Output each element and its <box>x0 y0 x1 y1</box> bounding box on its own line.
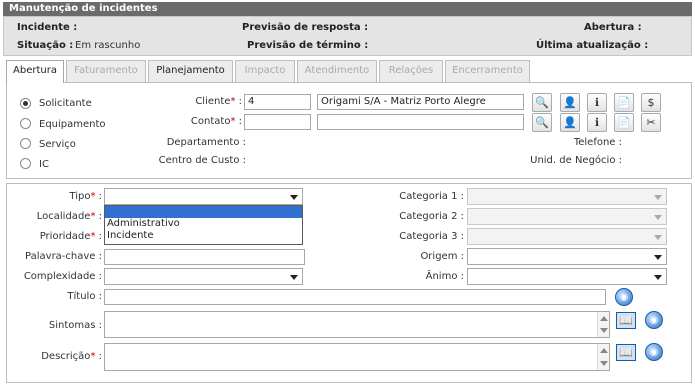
document-contato-icon[interactable]: 📄 <box>614 113 634 132</box>
chevron-down-icon <box>654 195 662 200</box>
cliente-label: Cliente* : <box>195 96 242 107</box>
categoria1-label: Categoria 1 : <box>399 191 464 202</box>
chevron-down-icon <box>654 235 662 240</box>
chevron-down-icon <box>654 275 662 280</box>
categoria3-label: Categoria 3 : <box>399 231 464 242</box>
user-contato-icon[interactable]: 👤 <box>560 113 580 132</box>
contato-code-input[interactable] <box>244 114 311 130</box>
globe-sintomas-icon[interactable]: ◉ <box>645 311 663 329</box>
scrollbar[interactable] <box>597 312 609 337</box>
previsao-termino-value: - <box>357 40 361 51</box>
info-cliente-icon[interactable]: ℹ <box>587 93 607 112</box>
telefone-label: Telefone : <box>573 137 622 148</box>
scrollbar[interactable] <box>597 344 609 370</box>
radio-ic-label: IC <box>39 159 49 170</box>
abertura-label: Abertura : <box>584 22 642 33</box>
currency-cliente-icon[interactable]: $ <box>641 93 661 112</box>
contato-label: Contato* : <box>190 116 242 127</box>
descricao-label: Descrição* : <box>41 351 102 362</box>
tab-faturamento[interactable]: Faturamento <box>66 60 146 82</box>
palavra-chave-input[interactable] <box>104 249 305 265</box>
tools-contato-icon[interactable]: ✂ <box>641 113 661 132</box>
tab-atendimento[interactable]: Atendimento <box>297 60 377 82</box>
radio-solicitante-label: Solicitante <box>39 98 92 109</box>
chevron-down-icon <box>654 255 662 260</box>
categoria3-select[interactable] <box>467 228 667 245</box>
palavra-chave-label: Palavra-chave : <box>25 251 102 262</box>
contato-name-input[interactable] <box>317 114 524 130</box>
complexidade-select[interactable] <box>104 268 303 285</box>
info-contato-icon[interactable]: ℹ <box>587 113 607 132</box>
globe-titulo-icon[interactable]: ◉ <box>615 288 633 306</box>
centro-custo-label: Centro de Custo : <box>158 155 246 166</box>
prioridade-label: Prioridade* : <box>39 231 102 242</box>
origem-label: Origem : <box>420 251 464 262</box>
tab-planejamento[interactable]: Planejamento <box>148 60 233 82</box>
chevron-down-icon <box>290 275 298 280</box>
tab-abertura[interactable]: Abertura <box>6 60 64 83</box>
radio-equipamento[interactable] <box>20 118 31 129</box>
radio-equipamento-label: Equipamento <box>39 119 106 130</box>
animo-label: Ânimo : <box>425 271 464 282</box>
chevron-down-icon <box>654 215 662 220</box>
origem-select[interactable] <box>467 248 667 265</box>
document-cliente-icon[interactable]: 📄 <box>614 93 634 112</box>
complexidade-label: Complexidade : <box>23 271 102 282</box>
globe-descricao-icon[interactable]: ◉ <box>645 343 663 361</box>
titulo-label: Título : <box>67 291 102 302</box>
localidade-label: Localidade* : <box>36 211 102 222</box>
tab-impacto[interactable]: Impacto <box>235 60 295 82</box>
situacao-label: Situação : <box>17 40 74 51</box>
previsao-termino-label: Previsão de término : <box>247 40 369 51</box>
previsao-resposta-value: - <box>355 22 359 33</box>
radio-ic[interactable] <box>20 158 31 169</box>
tab-encerramento[interactable]: Encerramento <box>445 60 530 82</box>
radio-servico[interactable] <box>20 138 31 149</box>
unid-negocio-label: Unid. de Negócio : <box>530 155 622 166</box>
book-sintomas-icon[interactable]: 📖 <box>616 312 636 329</box>
tipo-label: Tipo* : <box>69 191 102 202</box>
user-cliente-icon[interactable]: 👤 <box>560 93 580 112</box>
search-contato-icon[interactable]: 🔍 <box>532 113 552 132</box>
book-descricao-icon[interactable]: 📖 <box>616 344 636 361</box>
tab-relacoes[interactable]: Relações <box>379 60 443 82</box>
chevron-down-icon <box>290 195 298 200</box>
animo-select[interactable] <box>467 268 667 285</box>
search-cliente-icon[interactable]: 🔍 <box>532 93 552 112</box>
cliente-code-input[interactable]: 4 <box>244 94 311 110</box>
previsao-resposta-label: Previsão de resposta : <box>242 22 369 33</box>
categoria2-label: Categoria 2 : <box>399 211 464 222</box>
titulo-input[interactable] <box>104 289 606 305</box>
categoria2-select[interactable] <box>467 208 667 225</box>
descricao-textarea[interactable] <box>104 343 610 371</box>
radio-solicitante[interactable] <box>20 98 31 109</box>
tipo-option-incidente[interactable]: Incidente <box>105 230 302 242</box>
tipo-option-empty[interactable] <box>105 206 302 218</box>
cliente-name-input[interactable]: Origami S/A - Matriz Porto Alegre <box>317 94 524 110</box>
sintomas-textarea[interactable] <box>104 311 610 338</box>
departamento-label: Departamento : <box>166 137 246 148</box>
sintomas-label: Sintomas : <box>48 320 102 331</box>
tipo-select[interactable] <box>104 188 303 205</box>
incidente-label: Incidente : <box>17 22 78 33</box>
ultima-atualizacao-label: Última atualização : <box>536 40 649 51</box>
tipo-option-administrativo[interactable]: Administrativo <box>105 218 302 230</box>
categoria1-select[interactable] <box>467 188 667 205</box>
radio-servico-label: Serviço <box>39 139 76 150</box>
situacao-value: Em rascunho <box>75 40 141 51</box>
tipo-dropdown-list: Administrativo Incidente <box>104 205 303 245</box>
window-title: Manutenção de incidentes <box>3 2 692 16</box>
